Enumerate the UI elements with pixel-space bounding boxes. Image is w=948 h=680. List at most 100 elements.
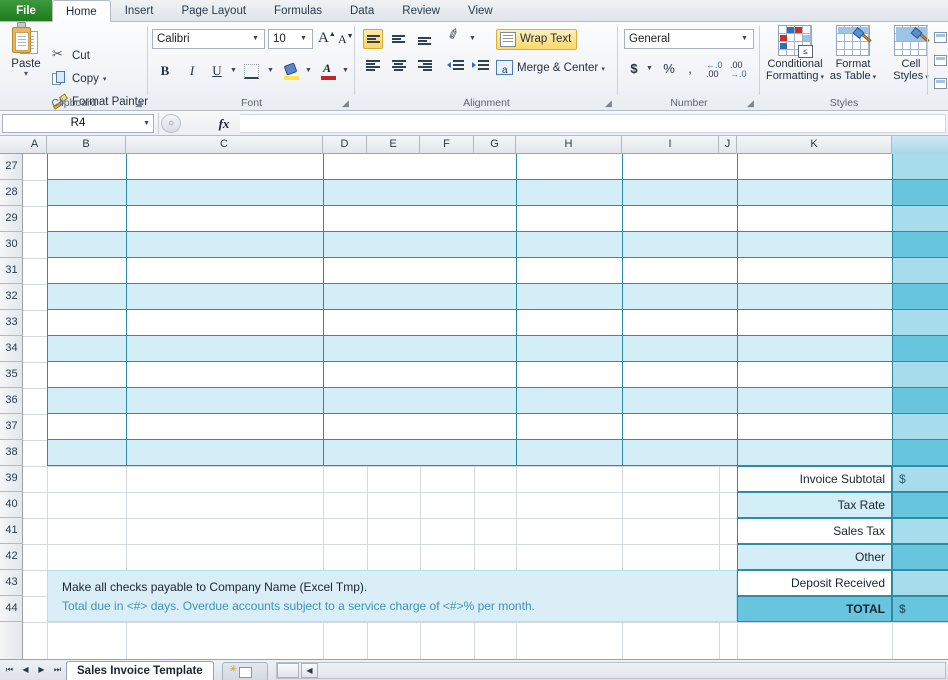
row-header-27[interactable]: 27 bbox=[0, 154, 23, 180]
clipboard-dialog-launcher[interactable]: ◢ bbox=[133, 98, 144, 109]
row-header-35[interactable]: 35 bbox=[0, 362, 23, 388]
font-dialog-launcher[interactable]: ◢ bbox=[340, 98, 351, 109]
align-top-button[interactable] bbox=[363, 29, 383, 49]
row-header-33[interactable]: 33 bbox=[0, 310, 23, 336]
fill-color-caret-icon[interactable]: ▼ bbox=[303, 60, 314, 82]
insert-function-icon[interactable]: fx bbox=[213, 114, 235, 133]
font-name-combo[interactable]: Calibri ▼ bbox=[152, 29, 265, 49]
borders-caret-icon[interactable]: ▼ bbox=[265, 60, 276, 82]
row-header-34[interactable]: 34 bbox=[0, 336, 23, 362]
name-box[interactable]: R4 ▼ bbox=[2, 114, 154, 133]
column-header-A[interactable]: A bbox=[23, 136, 47, 154]
row-header-38[interactable]: 38 bbox=[0, 440, 23, 466]
wrap-text-button[interactable]: Wrap Text bbox=[496, 29, 578, 50]
cancel-enter-icon[interactable]: ○ bbox=[161, 114, 181, 133]
totals-label-deposit-received[interactable]: Deposit Received bbox=[737, 570, 892, 596]
alignment-dialog-launcher[interactable]: ◢ bbox=[603, 98, 614, 109]
accounting-caret-icon[interactable]: ▼ bbox=[644, 58, 655, 80]
horizontal-scroll-thumb[interactable] bbox=[277, 663, 299, 678]
grid[interactable]: Invoice Subtotal$-Tax RateSales Tax-Othe… bbox=[23, 154, 948, 659]
font-size-combo[interactable]: 10 ▼ bbox=[268, 29, 313, 49]
row-header-32[interactable]: 32 bbox=[0, 284, 23, 310]
footer-note[interactable]: Make all checks payable to Company Name … bbox=[47, 570, 737, 622]
align-center-button[interactable] bbox=[389, 56, 409, 76]
totals-value-tax-rate[interactable] bbox=[892, 492, 948, 518]
font-color-button[interactable]: A bbox=[321, 61, 336, 80]
formula-input[interactable] bbox=[240, 114, 946, 133]
totals-label-sales-tax[interactable]: Sales Tax bbox=[737, 518, 892, 544]
orientation-button[interactable] bbox=[447, 29, 467, 49]
font-name-caret-icon[interactable]: ▼ bbox=[249, 30, 262, 48]
column-header-B[interactable]: B bbox=[47, 136, 126, 154]
tab-view[interactable]: View bbox=[454, 0, 507, 21]
tab-data[interactable]: Data bbox=[336, 0, 388, 21]
invoice-item-row[interactable] bbox=[47, 336, 892, 362]
tab-file[interactable]: File bbox=[0, 0, 52, 21]
totals-value-invoice-subtotal[interactable]: $- bbox=[892, 466, 948, 492]
number-format-combo[interactable]: General ▼ bbox=[624, 29, 754, 49]
column-header-E[interactable]: E bbox=[367, 136, 420, 154]
format-as-table-button[interactable]: Format as Table ▾ bbox=[822, 25, 884, 84]
invoice-item-row[interactable] bbox=[47, 258, 892, 284]
align-right-button[interactable] bbox=[415, 56, 435, 76]
decrease-font-size-button[interactable]: A▼ bbox=[338, 32, 354, 47]
copy-button[interactable]: Copy ▾ bbox=[52, 71, 106, 87]
tab-page-layout[interactable]: Page Layout bbox=[167, 0, 260, 21]
paste-caret-icon[interactable]: ▾ bbox=[4, 70, 48, 78]
tab-review[interactable]: Review bbox=[388, 0, 454, 21]
invoice-item-row[interactable] bbox=[47, 154, 892, 180]
invoice-item-amount-cell[interactable] bbox=[892, 362, 948, 388]
increase-indent-button[interactable] bbox=[472, 56, 492, 76]
column-header-I[interactable]: I bbox=[622, 136, 719, 154]
invoice-item-amount-cell[interactable] bbox=[892, 154, 948, 180]
row-header-36[interactable]: 36 bbox=[0, 388, 23, 414]
tab-formulas[interactable]: Formulas bbox=[260, 0, 336, 21]
next-sheet-button[interactable]: ▶ bbox=[34, 663, 49, 678]
invoice-item-amount-cell[interactable] bbox=[892, 258, 948, 284]
merge-center-button[interactable]: Merge & Center ▾ bbox=[496, 58, 605, 81]
tab-home[interactable]: Home bbox=[52, 0, 111, 22]
totals-label-total[interactable]: TOTAL bbox=[737, 596, 892, 622]
invoice-item-row[interactable] bbox=[47, 232, 892, 258]
copy-caret-icon[interactable]: ▾ bbox=[103, 75, 107, 83]
row-header-37[interactable]: 37 bbox=[0, 414, 23, 440]
cut-button[interactable]: Cut bbox=[52, 46, 90, 64]
invoice-item-row[interactable] bbox=[47, 180, 892, 206]
row-header-29[interactable]: 29 bbox=[0, 206, 23, 232]
fill-color-button[interactable] bbox=[283, 62, 299, 80]
invoice-item-amount-cell[interactable] bbox=[892, 388, 948, 414]
totals-label-other[interactable]: Other bbox=[737, 544, 892, 570]
format-cells-icon[interactable] bbox=[934, 78, 947, 89]
number-format-caret-icon[interactable]: ▼ bbox=[738, 30, 751, 48]
row-header-39[interactable]: 39 bbox=[0, 466, 23, 492]
align-middle-button[interactable] bbox=[389, 29, 409, 49]
insert-worksheet-tab[interactable] bbox=[222, 662, 268, 680]
align-left-button[interactable] bbox=[363, 56, 383, 76]
conditional-formatting-button[interactable]: ≤ Conditional Formatting ▾ bbox=[764, 25, 826, 84]
row-header-43[interactable]: 43 bbox=[0, 570, 23, 596]
row-header-40[interactable]: 40 bbox=[0, 492, 23, 518]
invoice-item-amount-cell[interactable] bbox=[892, 440, 948, 466]
orientation-caret-icon[interactable]: ▼ bbox=[467, 28, 478, 50]
bold-button[interactable]: B bbox=[154, 60, 176, 82]
font-color-caret-icon[interactable]: ▼ bbox=[340, 60, 351, 82]
row-header-41[interactable]: 41 bbox=[0, 518, 23, 544]
decrease-indent-button[interactable] bbox=[447, 56, 467, 76]
increase-font-size-button[interactable]: A▲ bbox=[318, 30, 336, 47]
first-sheet-button[interactable]: ⏮ bbox=[2, 663, 17, 678]
row-header-44[interactable]: 44 bbox=[0, 596, 23, 622]
row-header-30[interactable]: 30 bbox=[0, 232, 23, 258]
invoice-item-amount-cell[interactable] bbox=[892, 414, 948, 440]
align-bottom-button[interactable] bbox=[415, 29, 435, 49]
totals-value-sales-tax[interactable]: - bbox=[892, 518, 948, 544]
column-header-F[interactable]: F bbox=[420, 136, 474, 154]
column-header-J[interactable]: J bbox=[719, 136, 737, 154]
name-box-caret-icon[interactable]: ▼ bbox=[143, 115, 150, 132]
sheet-tab-sales-invoice-template[interactable]: Sales Invoice Template bbox=[66, 661, 214, 680]
tab-insert[interactable]: Insert bbox=[111, 0, 168, 21]
last-sheet-button[interactable]: ⏭ bbox=[50, 663, 65, 678]
accounting-format-button[interactable]: $ bbox=[626, 58, 642, 80]
totals-label-tax-rate[interactable]: Tax Rate bbox=[737, 492, 892, 518]
row-header-28[interactable]: 28 bbox=[0, 180, 23, 206]
invoice-item-row[interactable] bbox=[47, 362, 892, 388]
